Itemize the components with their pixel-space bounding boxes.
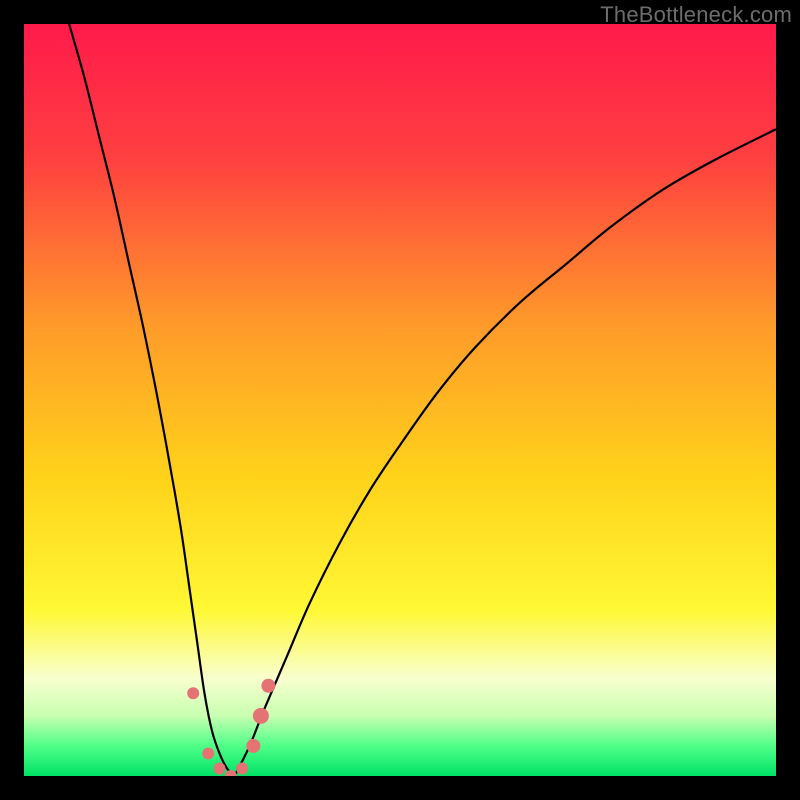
- data-marker: [253, 708, 269, 724]
- watermark-text: TheBottleneck.com: [600, 2, 792, 28]
- data-marker: [214, 762, 226, 774]
- data-marker: [187, 687, 199, 699]
- bottleneck-chart: [24, 24, 776, 776]
- chart-frame: [24, 24, 776, 776]
- data-marker: [236, 762, 248, 774]
- gradient-background: [24, 24, 776, 776]
- data-marker: [246, 739, 260, 753]
- data-marker: [202, 747, 214, 759]
- data-marker: [261, 679, 275, 693]
